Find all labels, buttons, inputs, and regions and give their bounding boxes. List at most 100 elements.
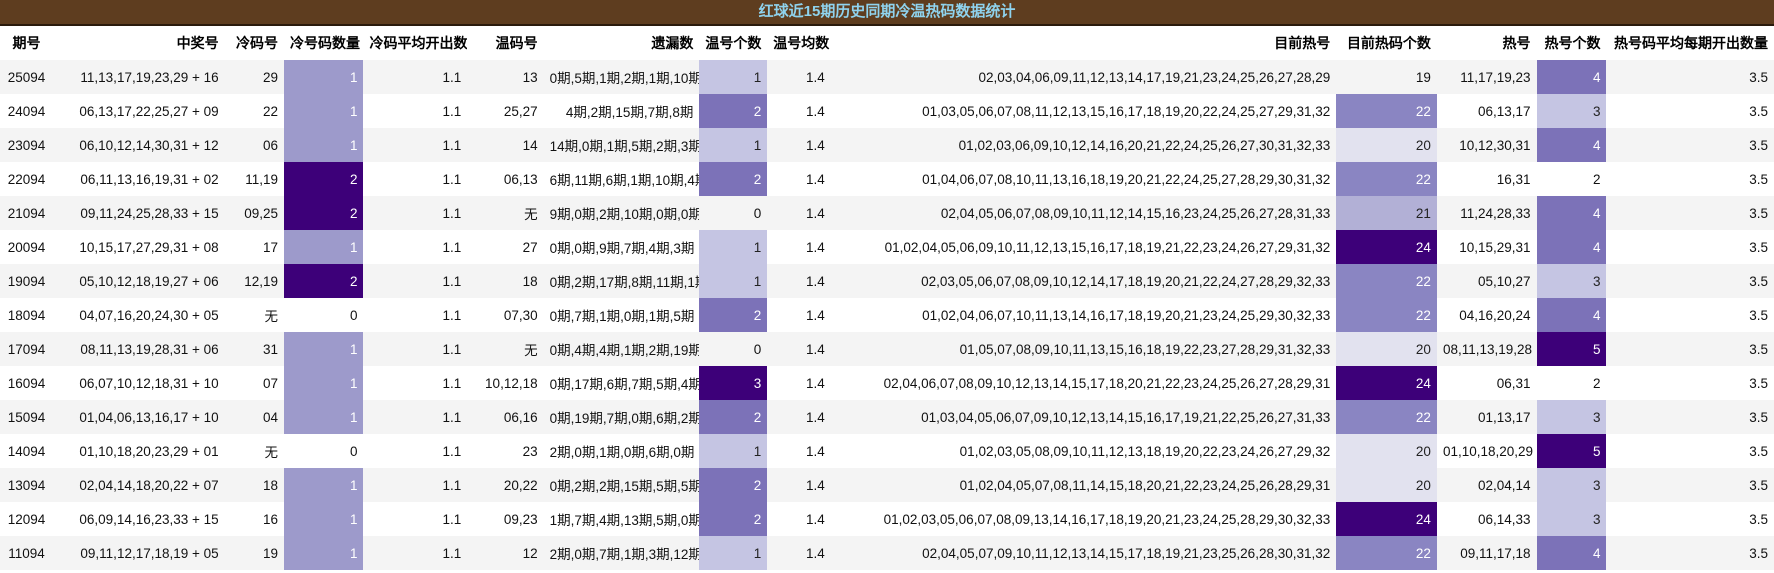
cell-hot-numbers: 06,31	[1436, 366, 1537, 400]
cell-hot-numbers: 11,24,28,33	[1436, 196, 1537, 230]
cell-cold-numbers: 29	[224, 60, 284, 94]
cell-cold-avg: 1.1	[363, 128, 468, 162]
cell-issue: 18094	[0, 298, 53, 332]
cell-cold-numbers: 无	[224, 298, 284, 332]
cell-warm-avg: 1.4	[767, 400, 831, 434]
cell-warm-numbers: 06,13	[467, 162, 544, 196]
cell-current-hot: 01,05,07,08,09,10,11,13,15,16,18,19,22,2…	[830, 332, 1337, 366]
cell-warm-count: 3	[699, 366, 768, 400]
cell-hot-count: 3	[1536, 94, 1607, 128]
stats-table: 期号 中奖号 冷码号 冷号码数量 冷码平均开出数 温码号 遗漏数 温号个数 温号…	[0, 26, 1774, 570]
cell-current-hot-count: 22	[1336, 298, 1437, 332]
cell-cold-count: 1	[284, 468, 364, 502]
table-body: 25094 11,13,17,19,23,29 + 16 29 1 1.1 13 0期,5期…	[0, 60, 1774, 570]
cell-winning-numbers: 06,10,12,14,30,31 + 12	[52, 128, 225, 162]
cell-hot-avg: 3.5	[1606, 434, 1774, 468]
cell-issue: 21094	[0, 196, 53, 230]
cell-warm-numbers: 18	[467, 264, 544, 298]
cell-warm-avg: 1.4	[767, 468, 831, 502]
cell-warm-numbers: 23	[467, 434, 544, 468]
cell-issue: 25094	[0, 60, 53, 94]
cell-cold-avg: 1.1	[363, 434, 468, 468]
cell-cold-count: 0	[284, 434, 364, 468]
header-warm-avg: 温号均数	[773, 35, 830, 51]
cell-warm-count: 2	[699, 162, 768, 196]
cell-warm-avg: 1.4	[767, 536, 831, 570]
cell-missing: 2期,0期,1期,0期,6期,0期	[543, 434, 700, 468]
table-row: 17094 08,11,13,19,28,31 + 06 31 1 1.1 无 0期,4期,…	[0, 332, 1774, 366]
cell-winning-numbers: 06,09,14,16,23,33 + 15	[52, 502, 225, 536]
cell-hot-numbers: 16,31	[1436, 162, 1537, 196]
cell-hot-avg: 3.5	[1606, 128, 1774, 162]
cell-hot-avg: 3.5	[1606, 332, 1774, 366]
cell-warm-count: 1	[699, 434, 768, 468]
cell-warm-numbers: 12	[467, 536, 544, 570]
cell-hot-count: 5	[1536, 332, 1607, 366]
cell-winning-numbers: 06,07,10,12,18,31 + 10	[52, 366, 225, 400]
cell-current-hot: 01,02,03,06,09,10,12,14,16,20,21,22,24,2…	[830, 128, 1337, 162]
cell-hot-avg: 3.5	[1606, 196, 1774, 230]
cell-warm-numbers: 无	[467, 196, 544, 230]
cell-missing: 0期,7期,1期,0期,1期,5期	[543, 298, 700, 332]
cell-cold-numbers: 22	[224, 94, 284, 128]
cell-issue: 24094	[0, 94, 53, 128]
cell-winning-numbers: 05,10,12,18,19,27 + 06	[52, 264, 225, 298]
cell-current-hot-count: 20	[1336, 128, 1437, 162]
cell-issue: 15094	[0, 400, 53, 434]
cell-cold-numbers: 09,25	[224, 196, 284, 230]
cell-hot-count: 4	[1536, 128, 1607, 162]
cell-warm-count: 2	[699, 502, 768, 536]
cell-current-hot-count: 20	[1336, 434, 1437, 468]
cell-hot-count: 2	[1536, 162, 1607, 196]
cell-missing: 0期,17期,6期,7期,5期,4期	[543, 366, 700, 400]
cell-cold-numbers: 18	[224, 468, 284, 502]
cell-warm-avg: 1.4	[767, 264, 831, 298]
cell-cold-numbers: 19	[224, 536, 284, 570]
cell-warm-numbers: 无	[467, 332, 544, 366]
cell-warm-count: 2	[699, 468, 768, 502]
cell-winning-numbers: 09,11,24,25,28,33 + 15	[52, 196, 225, 230]
cell-issue: 12094	[0, 502, 53, 536]
header-current-hot: 目前热号	[1274, 35, 1331, 51]
cell-hot-count: 2	[1536, 366, 1607, 400]
cell-cold-count: 1	[284, 502, 364, 536]
table-row: 20094 10,15,17,27,29,31 + 08 17 1 1.1 27 0期,0期…	[0, 230, 1774, 264]
cell-winning-numbers: 06,13,17,22,25,27 + 09	[52, 94, 225, 128]
header-cold: 冷码号	[236, 35, 278, 51]
cell-current-hot: 02,04,06,07,08,09,10,12,13,14,15,17,18,2…	[830, 366, 1337, 400]
header-hot-avg: 热号码平均每期开出数量	[1614, 35, 1768, 51]
cell-winning-numbers: 04,07,16,20,24,30 + 05	[52, 298, 225, 332]
cell-missing: 0期,5期,1期,2期,1期,10期	[543, 60, 700, 94]
cell-winning-numbers: 02,04,14,18,20,22 + 07	[52, 468, 225, 502]
cell-hot-numbers: 08,11,13,19,28	[1436, 332, 1537, 366]
cell-warm-count: 1	[699, 536, 768, 570]
cell-warm-avg: 1.4	[767, 60, 831, 94]
cell-cold-count: 0	[284, 298, 364, 332]
cell-cold-avg: 1.1	[363, 298, 468, 332]
cell-current-hot: 01,02,03,05,06,07,08,09,13,14,16,17,18,1…	[830, 502, 1337, 536]
cell-hot-avg: 3.5	[1606, 468, 1774, 502]
cell-hot-numbers: 01,10,18,20,29	[1436, 434, 1537, 468]
cell-current-hot-count: 24	[1336, 502, 1437, 536]
cell-issue: 11094	[0, 536, 53, 570]
cell-issue: 14094	[0, 434, 53, 468]
table-row: 13094 02,04,14,18,20,22 + 07 18 1 1.1 20,22 0期…	[0, 468, 1774, 502]
cell-issue: 17094	[0, 332, 53, 366]
cell-warm-avg: 1.4	[767, 332, 831, 366]
cell-hot-count: 5	[1536, 434, 1607, 468]
cell-cold-count: 1	[284, 128, 364, 162]
cell-winning-numbers: 08,11,13,19,28,31 + 06	[52, 332, 225, 366]
cell-winning-numbers: 11,13,17,19,23,29 + 16	[52, 60, 225, 94]
cell-cold-avg: 1.1	[363, 400, 468, 434]
cell-current-hot: 02,04,05,06,07,08,09,10,11,12,14,15,16,2…	[830, 196, 1337, 230]
cell-current-hot-count: 22	[1336, 400, 1437, 434]
cell-cold-numbers: 06	[224, 128, 284, 162]
cell-cold-avg: 1.1	[363, 264, 468, 298]
cell-cold-numbers: 07	[224, 366, 284, 400]
table-row: 16094 06,07,10,12,18,31 + 10 07 1 1.1 10,12,1…	[0, 366, 1774, 400]
cell-hot-numbers: 02,04,14	[1436, 468, 1537, 502]
cell-winning-numbers: 06,11,13,16,19,31 + 02	[52, 162, 225, 196]
cell-hot-count: 4	[1536, 230, 1607, 264]
header-winning: 中奖号	[176, 35, 219, 51]
header-warm: 温码号	[495, 35, 538, 51]
